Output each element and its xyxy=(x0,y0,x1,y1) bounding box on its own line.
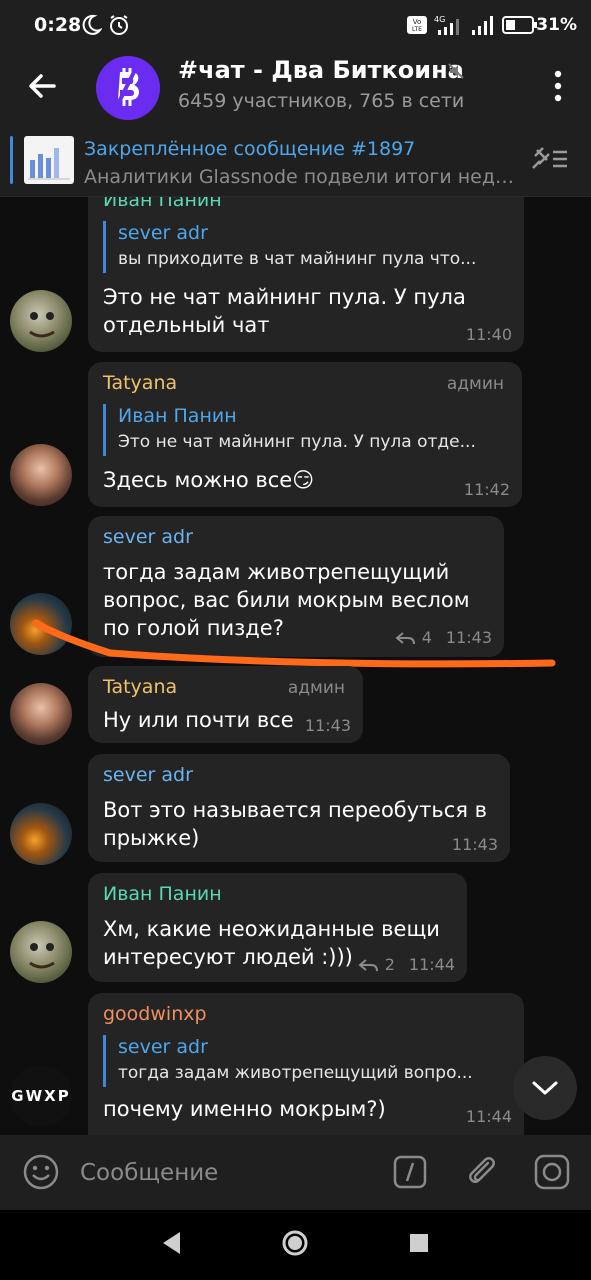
message-input-bar xyxy=(0,1135,591,1210)
chat-header: #чат - Два Биткоина 6459 участников, 765… xyxy=(0,52,591,124)
reply-text: Это не чат майнинг пула. У пула отде... xyxy=(118,432,476,452)
back-arrow-icon[interactable] xyxy=(24,68,60,104)
reply-count[interactable]: 2 xyxy=(385,955,395,974)
pinned-title: Закреплённое сообщение #1897 xyxy=(84,138,416,160)
message-bubble[interactable]: goodwinxp sever adr тогда задам животреп… xyxy=(88,993,524,1135)
ivan-avatar-image xyxy=(29,312,55,338)
pinned-thumbnail xyxy=(24,136,74,184)
message-text: Вот это называется переобуться в прыжке) xyxy=(103,798,488,850)
message-sender[interactable]: sever adr xyxy=(103,764,193,786)
status-bar: 0:28 Vo LTE 4G 31% xyxy=(0,0,591,52)
nav-home-icon[interactable] xyxy=(281,1229,309,1257)
message-meta: 11:44 xyxy=(466,1107,512,1126)
mute-icon xyxy=(448,63,464,79)
ivan-avatar-image xyxy=(29,943,55,969)
message-time: 11:44 xyxy=(408,955,455,974)
message-time: 11:42 xyxy=(463,480,510,499)
svg-text:LTE: LTE xyxy=(412,26,422,33)
camera-icon[interactable] xyxy=(533,1153,571,1191)
pinned-indicator xyxy=(10,136,13,184)
nav-recents-icon[interactable] xyxy=(409,1233,429,1253)
bitcoin-logo-icon xyxy=(114,67,140,109)
chat-avatar[interactable] xyxy=(96,56,160,120)
pinned-message[interactable]: Закреплённое сообщение #1897 Аналитики G… xyxy=(0,124,591,197)
signal-4g-icon: 4G xyxy=(434,15,459,35)
message-bubble[interactable]: Иван Панин sever adr вы приходите в чат … xyxy=(88,197,524,352)
message-text: Это не чат майнинг пула. У пула отдельны… xyxy=(103,285,466,337)
scroll-down-button[interactable] xyxy=(513,1056,577,1120)
message-sender[interactable]: Tatyana xyxy=(103,676,177,698)
reply-sender: Иван Панин xyxy=(118,405,237,427)
message-meta: 2 11:44 xyxy=(357,955,455,974)
chat-title[interactable]: #чат - Два Биткоина xyxy=(178,56,464,84)
battery-icon xyxy=(502,16,537,34)
attach-icon[interactable] xyxy=(462,1151,502,1191)
pinned-preview: Аналитики Glassnode подвели итоги неде..… xyxy=(84,166,524,188)
reply-quote[interactable]: Иван Панин Это не чат майнинг пула. У пу… xyxy=(103,404,511,456)
avatar[interactable] xyxy=(10,803,72,865)
moon-icon xyxy=(82,14,102,35)
message-time: 11:43 xyxy=(451,835,498,854)
reply-text: тогда задам животрепещущий вопро... xyxy=(118,1063,473,1083)
avatar[interactable] xyxy=(10,444,72,506)
message-bubble[interactable]: Иван Панин Хм, какие неожиданные вещи ин… xyxy=(88,873,467,982)
message-time: 11:40 xyxy=(465,325,512,344)
message-meta: 11:40 xyxy=(466,325,512,344)
message-meta: 4 11:43 xyxy=(394,628,492,647)
message-meta: 11:42 xyxy=(464,480,510,499)
signal-icon xyxy=(472,16,493,35)
message-text: почему именно мокрым?) xyxy=(103,1097,386,1121)
reply-sender: sever adr xyxy=(118,222,208,244)
avatar[interactable] xyxy=(10,683,72,745)
reply-count-icon[interactable] xyxy=(394,630,416,646)
alarm-icon xyxy=(110,15,128,35)
reply-quote[interactable]: sever adr вы приходите в чат майнинг пул… xyxy=(103,221,513,273)
pinned-list-icon[interactable] xyxy=(527,144,571,174)
avatar[interactable] xyxy=(10,593,72,655)
message-bubble[interactable]: Tatyana админ Ну или почти все 11:43 xyxy=(88,666,363,743)
reply-sender: sever adr xyxy=(118,1036,208,1058)
emoji-icon[interactable] xyxy=(22,1153,60,1191)
avatar[interactable]: GWXP xyxy=(10,1065,72,1127)
more-menu-icon[interactable] xyxy=(553,68,563,104)
message-time: 11:44 xyxy=(465,1107,512,1126)
message-sender[interactable]: Tatyana xyxy=(103,372,177,394)
system-nav-bar xyxy=(0,1210,591,1280)
reply-count[interactable]: 4 xyxy=(422,628,432,647)
avatar[interactable] xyxy=(10,921,72,983)
avatar-initials: GWXP xyxy=(11,1087,71,1105)
chat-members-count: 6459 участников, 765 в сети xyxy=(178,90,465,112)
message-bubble[interactable]: Tatyana админ Иван Панин Это не чат майн… xyxy=(88,362,522,507)
message-text: Ну или почти все xyxy=(103,708,294,732)
message-list[interactable]: Иван Панин sever adr вы приходите в чат … xyxy=(0,197,591,1135)
svg-text:Vo: Vo xyxy=(413,18,422,26)
message-sender[interactable]: Иван Панин xyxy=(103,883,222,905)
message-sender[interactable]: goodwinxp xyxy=(103,1003,207,1025)
reply-count-icon[interactable] xyxy=(357,957,379,973)
message-bubble[interactable]: sever adr Вот это называется переобуться… xyxy=(88,754,510,862)
message-input[interactable] xyxy=(80,1155,380,1191)
message-sender[interactable]: sever adr xyxy=(103,526,193,548)
reply-quote[interactable]: sever adr тогда задам животрепещущий воп… xyxy=(103,1035,513,1087)
svg-text:4G: 4G xyxy=(434,15,445,24)
message-meta: 11:43 xyxy=(452,835,498,854)
chevron-down-icon xyxy=(532,1081,558,1095)
message-time: 11:43 xyxy=(445,628,492,647)
battery-percent: 31% xyxy=(536,15,577,35)
reply-text: вы приходите в чат майнинг пула что... xyxy=(118,249,477,269)
message-text: Здесь можно все😏 xyxy=(103,468,315,492)
message-bubble[interactable]: sever adr тогда задам животрепещущий воп… xyxy=(88,516,504,657)
nav-back-icon[interactable] xyxy=(160,1230,182,1256)
status-time: 0:28 xyxy=(34,14,82,36)
admin-badge: админ xyxy=(287,678,345,698)
message-sender[interactable]: Иван Панин xyxy=(103,197,222,211)
message-meta: 11:43 xyxy=(305,716,351,735)
message-time: 11:43 xyxy=(304,716,351,735)
chart-thumbnail-icon xyxy=(28,148,70,180)
avatar[interactable] xyxy=(10,290,72,352)
admin-badge: админ xyxy=(446,374,504,394)
volte-icon: VoLTE xyxy=(407,16,427,34)
bot-commands-icon[interactable] xyxy=(393,1155,427,1189)
